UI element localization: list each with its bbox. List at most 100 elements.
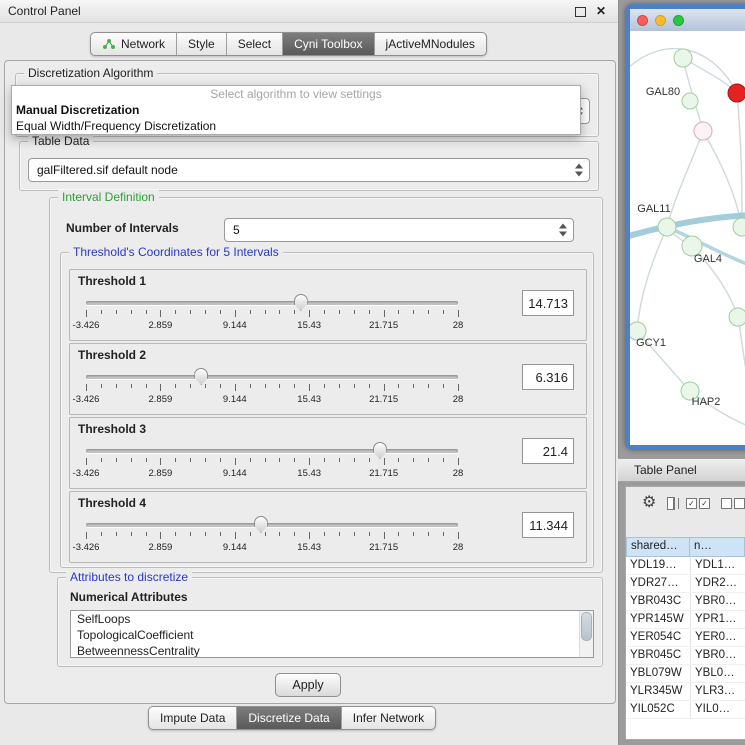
slider-thumb[interactable] bbox=[194, 368, 208, 385]
table-row[interactable]: YBL079WYBL0… bbox=[626, 665, 745, 683]
scale-label: 15.43 bbox=[297, 394, 321, 405]
table-row[interactable]: YDL19…YDL1… bbox=[626, 557, 745, 575]
table-cell: YBR045C bbox=[626, 647, 690, 664]
minimize-button[interactable] bbox=[655, 15, 666, 26]
table-cell: YDR2… bbox=[690, 575, 745, 592]
node-label: HAP2 bbox=[692, 396, 721, 408]
scale-label: -3.426 bbox=[73, 320, 100, 331]
column-header-name[interactable]: n… bbox=[690, 537, 745, 557]
slider-thumb[interactable] bbox=[294, 294, 308, 311]
network-window-titlebar[interactable] bbox=[630, 9, 745, 32]
threshold-3-slider[interactable]: -3.4262.8599.14415.4321.71528 bbox=[86, 440, 458, 484]
selected-node[interactable] bbox=[728, 84, 745, 102]
checkbox-icon bbox=[734, 498, 745, 509]
slider-track[interactable] bbox=[86, 449, 458, 453]
show-columns-icon[interactable] bbox=[667, 497, 675, 510]
table-row[interactable]: YBR045CYBR0… bbox=[626, 647, 745, 665]
slider-thumb[interactable] bbox=[373, 442, 387, 459]
float-window-icon[interactable] bbox=[575, 7, 586, 17]
dropdown-option-equal-width[interactable]: Equal Width/Frequency Discretization bbox=[12, 118, 580, 134]
numerical-attribute-item[interactable]: BetweennessCentrality bbox=[71, 643, 593, 658]
scale-label: 28 bbox=[453, 542, 464, 553]
dropdown-placeholder: Select algorithm to view settings bbox=[12, 86, 580, 102]
scale-label: 9.144 bbox=[223, 394, 247, 405]
table-row[interactable]: YPR145WYPR1… bbox=[626, 611, 745, 629]
node[interactable] bbox=[694, 122, 712, 140]
tab-cyni-toolbox[interactable]: Cyni Toolbox bbox=[283, 33, 374, 55]
table-row[interactable]: YER054CYER0… bbox=[626, 629, 745, 647]
tab-select[interactable]: Select bbox=[227, 33, 283, 55]
table-cell: YDL1… bbox=[690, 557, 745, 574]
threshold-3-panel: Threshold 3 -3.4262.8599.14415.4321.7152… bbox=[69, 417, 587, 489]
top-tab-strip: Network Style Select Cyni Toolbox jActiv… bbox=[90, 32, 487, 56]
slider-thumb[interactable] bbox=[254, 516, 268, 533]
table-data-value: galFiltered.sif default node bbox=[37, 163, 178, 177]
table-row[interactable]: YLR345WYLR3… bbox=[626, 683, 745, 701]
scale-label: 2.859 bbox=[149, 320, 173, 331]
network-canvas[interactable]: GAL80 GAL11 GAL4 GCY1 HAP2 bbox=[630, 31, 745, 445]
close-button[interactable] bbox=[637, 15, 648, 26]
threshold-4-value-field[interactable]: 11.344 bbox=[522, 512, 574, 538]
apply-button[interactable]: Apply bbox=[275, 673, 341, 697]
settings-gear-icon[interactable]: ⚙ bbox=[642, 495, 656, 511]
table-data-combobox[interactable]: galFiltered.sif default node bbox=[28, 158, 590, 182]
node[interactable] bbox=[733, 218, 745, 236]
slider-track[interactable] bbox=[86, 375, 458, 379]
table-row[interactable]: YIL052CYIL0… bbox=[626, 701, 745, 719]
tab-label: Style bbox=[188, 37, 215, 51]
cyni-toolbox-content: Discretization Algorithm Select algorith… bbox=[4, 60, 616, 704]
numerical-attribute-item[interactable]: TopologicalCoefficient bbox=[71, 627, 593, 643]
dropdown-option-manual[interactable]: Manual Discretization bbox=[12, 102, 580, 118]
tab-network[interactable]: Network bbox=[91, 33, 177, 55]
slider-track[interactable] bbox=[86, 301, 458, 305]
zoom-button[interactable] bbox=[673, 15, 684, 26]
scale-label: 21.715 bbox=[369, 394, 398, 405]
tab-infer-network[interactable]: Infer Network bbox=[342, 707, 435, 729]
control-panel-titlebar: Control Panel ✕ bbox=[0, 0, 618, 23]
table-panel-titlebar: Table Panel bbox=[618, 458, 745, 482]
tab-label: Infer Network bbox=[353, 711, 424, 725]
num-intervals-value: 5 bbox=[233, 223, 240, 237]
scale-label: 21.715 bbox=[369, 320, 398, 331]
threshold-4-slider[interactable]: -3.4262.8599.14415.4321.71528 bbox=[86, 514, 458, 558]
scale-label: -3.426 bbox=[73, 394, 100, 405]
slider-ticks bbox=[86, 458, 458, 466]
threshold-1-slider[interactable]: -3.4262.8599.14415.4321.71528 bbox=[86, 292, 458, 336]
scale-label: 28 bbox=[453, 320, 464, 331]
application-root: Control Panel ✕ Network Style Select Cyn… bbox=[0, 0, 745, 745]
select-none-icon[interactable] bbox=[721, 498, 745, 509]
algorithm-dropdown-popup: Select algorithm to view settings Manual… bbox=[11, 85, 581, 135]
tab-style[interactable]: Style bbox=[177, 33, 227, 55]
numerical-attribute-item[interactable]: SelfLoops bbox=[71, 611, 593, 627]
attributes-scrollbar[interactable] bbox=[579, 611, 593, 657]
threshold-1-value-field[interactable]: 14.713 bbox=[522, 290, 574, 316]
node[interactable] bbox=[658, 218, 676, 236]
window-title: Control Panel bbox=[8, 4, 81, 18]
table-row[interactable]: YBR043CYBR0… bbox=[626, 593, 745, 611]
node[interactable] bbox=[674, 49, 692, 67]
slider-track[interactable] bbox=[86, 523, 458, 527]
scale-label: 15.43 bbox=[297, 542, 321, 553]
scrollbar-thumb[interactable] bbox=[581, 612, 592, 641]
table-row[interactable]: YDR27…YDR2… bbox=[626, 575, 745, 593]
group-title: Threshold's Coordinates for 5 Intervals bbox=[69, 245, 283, 259]
select-all-icon[interactable]: ✓ ✓ bbox=[686, 498, 710, 509]
threshold-3-value-field[interactable]: 21.4 bbox=[522, 438, 574, 464]
scale-label: -3.426 bbox=[73, 468, 100, 479]
threshold-2-slider[interactable]: -3.4262.8599.14415.4321.71528 bbox=[86, 366, 458, 410]
tab-jactivemnodules[interactable]: jActiveMNodules bbox=[375, 33, 486, 55]
node[interactable] bbox=[682, 93, 698, 109]
tab-impute-data[interactable]: Impute Data bbox=[149, 707, 237, 729]
table-rows[interactable]: YDL19…YDL1…YDR27…YDR2…YBR043CYBR0…YPR145… bbox=[626, 557, 745, 739]
column-header-shared-name[interactable]: shared… bbox=[626, 537, 690, 557]
tab-discretize-data[interactable]: Discretize Data bbox=[237, 707, 341, 729]
slider-scale-labels: -3.4262.8599.14415.4321.71528 bbox=[86, 542, 458, 553]
threshold-2-value-field[interactable]: 6.316 bbox=[522, 364, 574, 390]
node-label: GAL11 bbox=[637, 203, 670, 215]
node[interactable] bbox=[729, 308, 745, 326]
numerical-attributes-list[interactable]: SelfLoopsTopologicalCoefficientBetweenne… bbox=[70, 610, 594, 658]
close-window-icon[interactable]: ✕ bbox=[596, 4, 606, 18]
table-panel-title: Table Panel bbox=[634, 463, 697, 477]
slider-scale-labels: -3.4262.8599.14415.4321.71528 bbox=[86, 468, 458, 479]
num-intervals-combobox[interactable]: 5 bbox=[224, 218, 574, 242]
